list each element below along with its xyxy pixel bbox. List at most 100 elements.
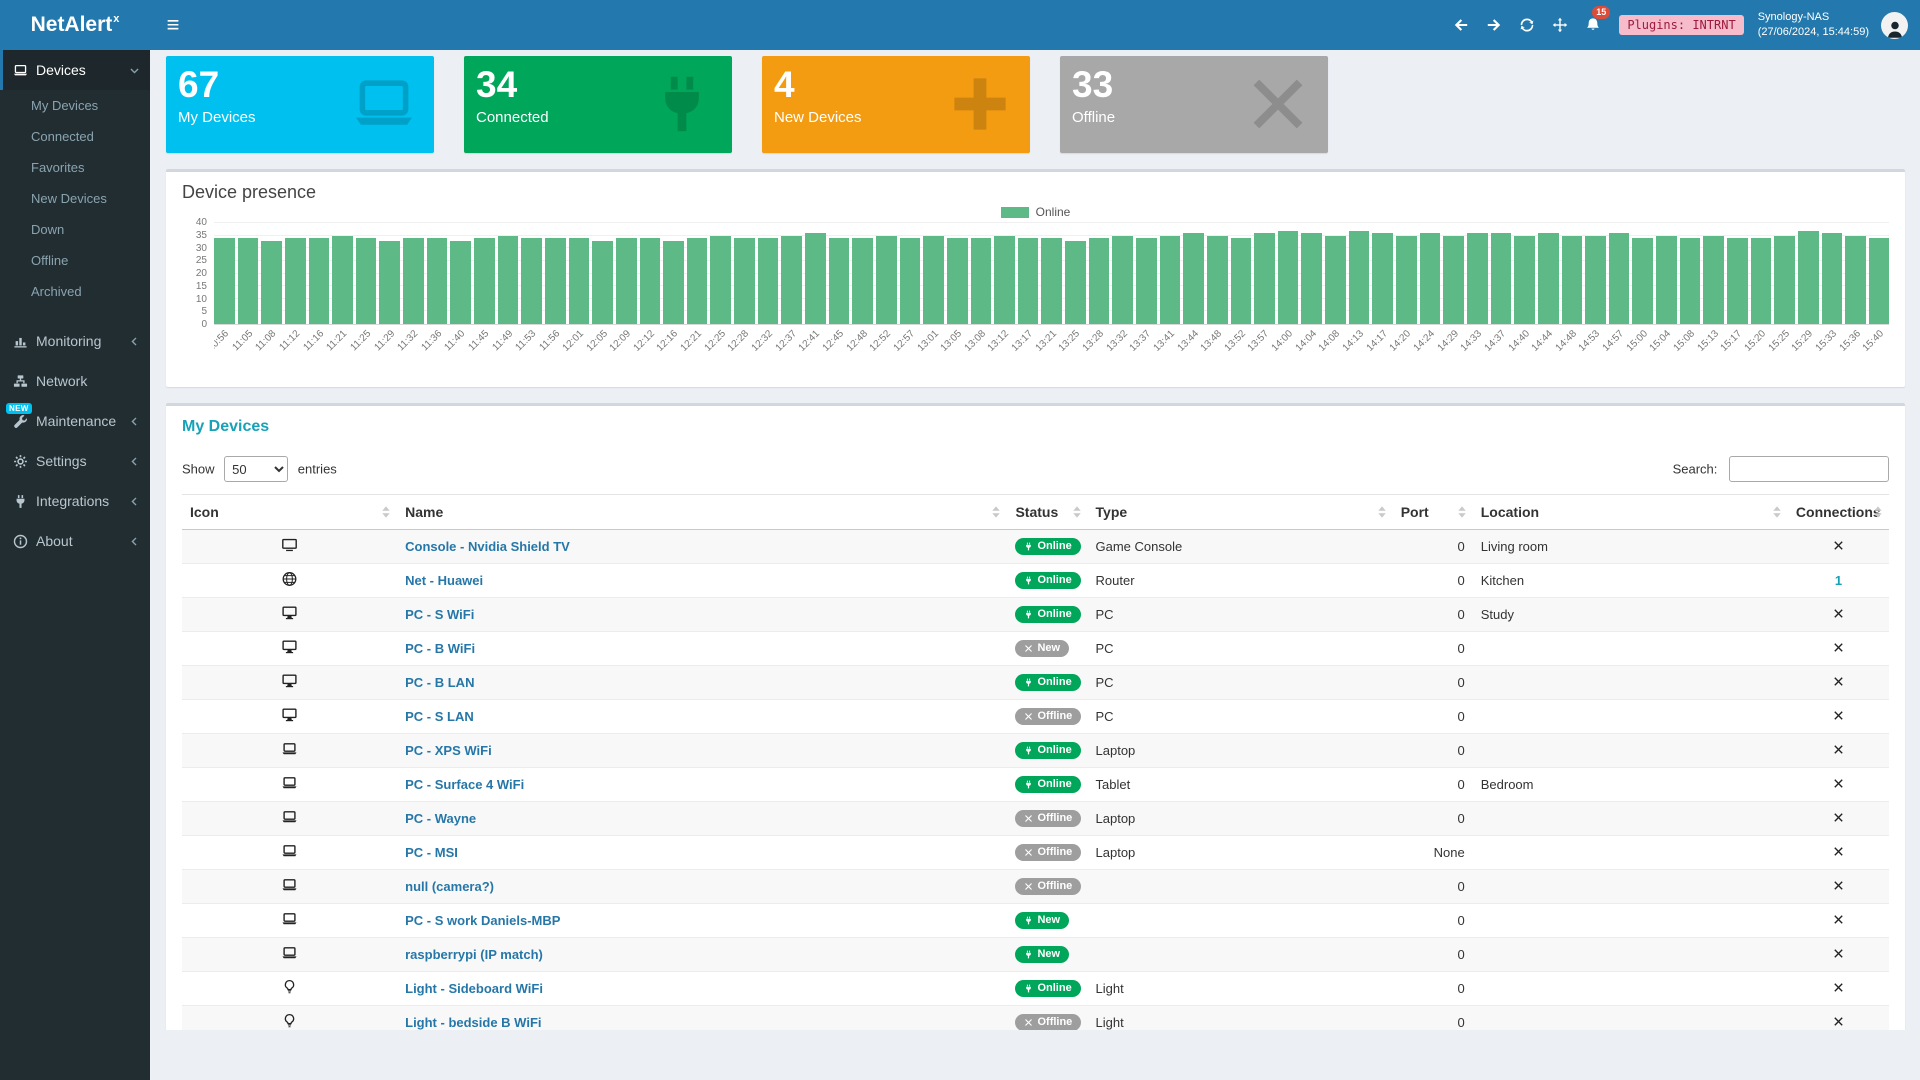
presence-bar[interactable] bbox=[923, 236, 944, 324]
presence-bar[interactable] bbox=[1467, 233, 1488, 324]
presence-bar[interactable] bbox=[1845, 236, 1866, 324]
stat-card-my-devices[interactable]: 67My Devices bbox=[166, 56, 434, 153]
presence-bar[interactable] bbox=[734, 238, 755, 324]
device-name-link[interactable]: PC - Surface 4 WiFi bbox=[405, 777, 524, 792]
device-name-link[interactable]: PC - S LAN bbox=[405, 709, 474, 724]
nav-back-button[interactable] bbox=[1444, 0, 1477, 50]
sidebar-item-settings[interactable]: Settings bbox=[0, 441, 150, 481]
presence-bar[interactable] bbox=[356, 238, 377, 324]
stat-card-connected[interactable]: 34Connected bbox=[464, 56, 732, 153]
presence-bar[interactable] bbox=[994, 236, 1015, 324]
no-connections-icon[interactable] bbox=[1833, 642, 1844, 653]
sidebar-item-about[interactable]: About bbox=[0, 521, 150, 561]
presence-bar[interactable] bbox=[1751, 238, 1772, 324]
sidebar-item-monitoring[interactable]: Monitoring bbox=[0, 321, 150, 361]
presence-bar[interactable] bbox=[1041, 238, 1062, 324]
sidebar-item-devices[interactable]: Devices bbox=[0, 50, 150, 90]
no-connections-icon[interactable] bbox=[1833, 1016, 1844, 1027]
no-connections-icon[interactable] bbox=[1833, 540, 1844, 551]
entries-select[interactable]: 50 bbox=[224, 456, 288, 482]
device-name-link[interactable]: raspberrypi (IP match) bbox=[405, 947, 543, 962]
nav-move-button[interactable] bbox=[1543, 0, 1576, 50]
presence-bar[interactable] bbox=[852, 238, 873, 324]
presence-bar[interactable] bbox=[947, 238, 968, 324]
column-header-port[interactable]: Port bbox=[1393, 495, 1473, 530]
column-header-status[interactable]: Status bbox=[1007, 495, 1087, 530]
device-name-link[interactable]: PC - S WiFi bbox=[405, 607, 474, 622]
presence-bar[interactable] bbox=[1396, 236, 1417, 324]
sidebar-item-integrations[interactable]: Integrations bbox=[0, 481, 150, 521]
presence-bar[interactable] bbox=[1491, 233, 1512, 324]
presence-bar[interactable] bbox=[1207, 236, 1228, 324]
connections-count-link[interactable]: 1 bbox=[1835, 573, 1842, 588]
presence-bar[interactable] bbox=[1632, 238, 1653, 324]
stat-card-offline[interactable]: 33Offline bbox=[1060, 56, 1328, 153]
presence-bar[interactable] bbox=[214, 238, 235, 324]
column-header-connections[interactable]: Connections bbox=[1788, 495, 1889, 530]
nav-forward-button[interactable] bbox=[1477, 0, 1510, 50]
notifications-button[interactable]: 15 bbox=[1576, 0, 1609, 50]
presence-bar[interactable] bbox=[640, 238, 661, 324]
no-connections-icon[interactable] bbox=[1833, 608, 1844, 619]
no-connections-icon[interactable] bbox=[1833, 982, 1844, 993]
plugins-status-badge[interactable]: Plugins: INTRNT bbox=[1619, 15, 1743, 35]
presence-bar[interactable] bbox=[379, 241, 400, 324]
presence-bar[interactable] bbox=[663, 241, 684, 324]
device-name-link[interactable]: PC - S work Daniels-MBP bbox=[405, 913, 560, 928]
chart-legend[interactable]: Online bbox=[182, 205, 1889, 219]
presence-bar[interactable] bbox=[1822, 233, 1843, 324]
presence-bar[interactable] bbox=[1231, 238, 1252, 324]
presence-bar[interactable] bbox=[1301, 233, 1322, 324]
presence-bar[interactable] bbox=[592, 241, 613, 324]
presence-bar[interactable] bbox=[1798, 231, 1819, 324]
presence-bar[interactable] bbox=[1183, 233, 1204, 324]
presence-bar[interactable] bbox=[1349, 231, 1370, 324]
presence-bar[interactable] bbox=[1089, 238, 1110, 324]
presence-bar[interactable] bbox=[1656, 236, 1677, 324]
presence-bar[interactable] bbox=[238, 238, 259, 324]
presence-bar[interactable] bbox=[332, 236, 353, 324]
sidebar-toggle-button[interactable]: ≡ bbox=[150, 0, 196, 50]
nav-refresh-button[interactable] bbox=[1510, 0, 1543, 50]
column-header-type[interactable]: Type bbox=[1088, 495, 1393, 530]
user-avatar[interactable] bbox=[1881, 12, 1908, 39]
presence-bar[interactable] bbox=[1562, 236, 1583, 324]
sidebar-subitem-archived[interactable]: Archived bbox=[0, 276, 150, 307]
presence-bar[interactable] bbox=[876, 236, 897, 324]
presence-bar[interactable] bbox=[285, 238, 306, 324]
presence-bar[interactable] bbox=[710, 236, 731, 324]
presence-bar[interactable] bbox=[521, 238, 542, 324]
presence-bar[interactable] bbox=[829, 238, 850, 324]
sidebar-item-maintenance[interactable]: NEWMaintenance bbox=[0, 401, 150, 441]
presence-bar[interactable] bbox=[1065, 241, 1086, 324]
presence-bar[interactable] bbox=[545, 238, 566, 324]
presence-bar[interactable] bbox=[450, 241, 471, 324]
device-name-link[interactable]: Light - Sideboard WiFi bbox=[405, 981, 543, 996]
presence-bar[interactable] bbox=[261, 241, 282, 324]
no-connections-icon[interactable] bbox=[1833, 914, 1844, 925]
device-name-link[interactable]: null (camera?) bbox=[405, 879, 494, 894]
presence-bar[interactable] bbox=[1514, 236, 1535, 324]
presence-bar[interactable] bbox=[1018, 238, 1039, 324]
sidebar-subitem-my-devices[interactable]: My Devices bbox=[0, 90, 150, 121]
device-name-link[interactable]: Net - Huawei bbox=[405, 573, 483, 588]
presence-bar[interactable] bbox=[1136, 238, 1157, 324]
device-name-link[interactable]: PC - B LAN bbox=[405, 675, 474, 690]
device-name-link[interactable]: Light - bedside B WiFi bbox=[405, 1015, 541, 1030]
presence-bar[interactable] bbox=[1609, 233, 1630, 324]
presence-bar[interactable] bbox=[805, 233, 826, 324]
presence-bar[interactable] bbox=[1372, 233, 1393, 324]
presence-bar[interactable] bbox=[569, 238, 590, 324]
sidebar-subitem-down[interactable]: Down bbox=[0, 214, 150, 245]
column-header-name[interactable]: Name bbox=[397, 495, 1007, 530]
device-name-link[interactable]: PC - Wayne bbox=[405, 811, 476, 826]
device-name-link[interactable]: PC - MSI bbox=[405, 845, 458, 860]
presence-bar[interactable] bbox=[427, 238, 448, 324]
presence-bar[interactable] bbox=[1112, 236, 1133, 324]
search-input[interactable] bbox=[1729, 456, 1889, 482]
presence-bar[interactable] bbox=[1420, 233, 1441, 324]
no-connections-icon[interactable] bbox=[1833, 676, 1844, 687]
presence-bar[interactable] bbox=[403, 238, 424, 324]
device-name-link[interactable]: PC - B WiFi bbox=[405, 641, 475, 656]
sidebar-subitem-favorites[interactable]: Favorites bbox=[0, 152, 150, 183]
